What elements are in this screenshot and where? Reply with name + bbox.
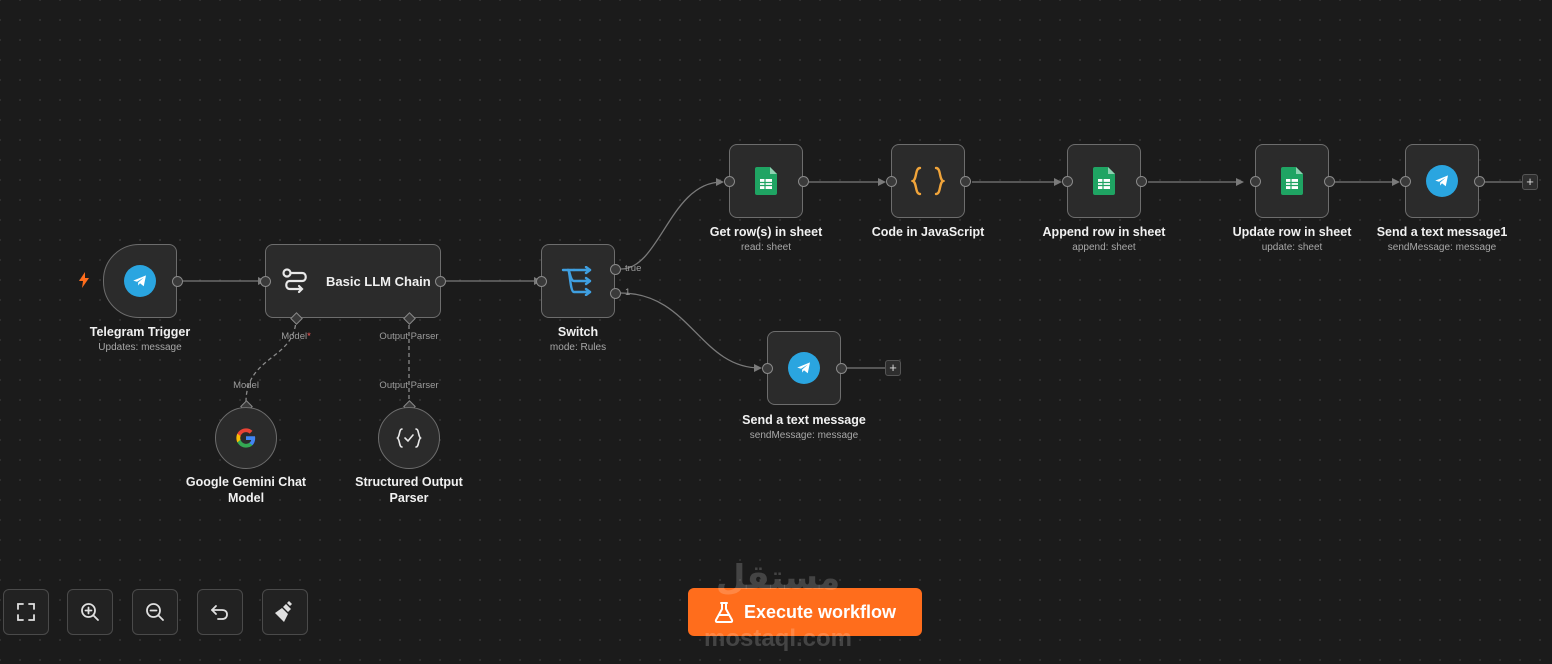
zoom-out-icon xyxy=(146,603,164,621)
node-label: Send a text message1 sendMessage: messag… xyxy=(1377,224,1508,255)
zoom-out-button[interactable] xyxy=(132,589,178,635)
code-braces-icon xyxy=(911,166,945,196)
reset-zoom-button[interactable] xyxy=(197,589,243,635)
connection-label-text: Model xyxy=(281,331,308,342)
node-label: Append row in sheet append: sheet xyxy=(1043,224,1166,255)
node-label: Update row in sheet update: sheet xyxy=(1233,224,1352,255)
node-label: Get row(s) in sheet read: sheet xyxy=(710,224,823,255)
node-title: Update row in sheet xyxy=(1232,225,1352,239)
node-append-row[interactable] xyxy=(1067,144,1141,218)
output-parser-sub-label: Output Parser xyxy=(379,380,439,391)
node-label: Telegram Trigger Updates: message xyxy=(90,324,191,355)
telegram-icon xyxy=(124,265,156,297)
input-port[interactable] xyxy=(724,176,735,187)
node-google-gemini[interactable] xyxy=(215,407,277,469)
node-subtitle: append: sheet xyxy=(1072,242,1136,253)
input-port[interactable] xyxy=(762,363,773,374)
fit-view-icon xyxy=(17,603,35,621)
input-port[interactable] xyxy=(1400,176,1411,187)
google-sheets-icon xyxy=(1281,167,1303,195)
add-node-button[interactable]: + xyxy=(1522,174,1538,190)
google-icon xyxy=(236,428,256,448)
node-code-javascript[interactable] xyxy=(891,144,965,218)
telegram-icon xyxy=(788,352,820,384)
node-title: Append row in sheet xyxy=(1042,225,1166,239)
trigger-bolt-icon xyxy=(79,272,89,288)
flask-icon xyxy=(714,602,734,623)
output-port[interactable] xyxy=(1324,176,1335,187)
model-sub-label: Model xyxy=(233,380,259,391)
broom-icon xyxy=(275,601,292,622)
undo-icon xyxy=(211,605,228,620)
node-title: Telegram Trigger xyxy=(89,325,191,339)
google-sheets-icon xyxy=(755,167,777,195)
node-update-row[interactable] xyxy=(1255,144,1329,218)
fit-view-button[interactable] xyxy=(3,589,49,635)
execute-workflow-button[interactable]: Execute workflow xyxy=(688,588,922,636)
node-title: Basic LLM Chain xyxy=(326,273,431,289)
node-telegram-trigger[interactable] xyxy=(103,244,177,318)
model-connection-label: Model* xyxy=(281,331,311,342)
output-port[interactable] xyxy=(1136,176,1147,187)
node-structured-output-parser[interactable] xyxy=(378,407,440,469)
node-subtitle: read: sheet xyxy=(740,242,792,253)
output-port-1[interactable] xyxy=(610,288,621,299)
llm-chain-icon xyxy=(282,268,307,294)
node-send-text-message1[interactable] xyxy=(1405,144,1479,218)
switch-icon xyxy=(561,266,592,296)
edge-switch-get-rows xyxy=(620,181,723,270)
google-sheets-icon xyxy=(1093,167,1115,195)
edge-switch-send xyxy=(620,292,761,369)
node-subtitle: mode: Rules xyxy=(549,342,607,353)
input-port[interactable] xyxy=(886,176,897,187)
node-label: Google Gemini Chat Model xyxy=(181,474,311,506)
add-node-button[interactable]: + xyxy=(885,360,901,376)
node-label: Switch mode: Rules xyxy=(550,324,606,355)
branch-label-true: true xyxy=(625,263,642,274)
tidy-up-button[interactable] xyxy=(262,589,308,635)
output-port[interactable] xyxy=(960,176,971,187)
branch-label-1: 1 xyxy=(625,287,631,298)
zoom-in-icon xyxy=(81,603,99,621)
node-label: Structured Output Parser xyxy=(344,474,474,506)
node-title: Send a text message1 xyxy=(1376,225,1508,239)
node-subtitle: sendMessage: message xyxy=(749,430,859,441)
input-port[interactable] xyxy=(536,276,547,287)
execute-button-label: Execute workflow xyxy=(743,601,897,622)
node-title: Google Gemini Chat Model xyxy=(185,475,307,505)
node-title: Structured Output Parser xyxy=(355,475,463,505)
output-port[interactable] xyxy=(836,363,847,374)
node-title: Get row(s) in sheet xyxy=(709,225,823,239)
input-port[interactable] xyxy=(1062,176,1073,187)
node-get-rows[interactable] xyxy=(729,144,803,218)
telegram-icon xyxy=(1426,165,1458,197)
output-parser-connection-label: Output Parser xyxy=(379,331,439,342)
node-title: Switch xyxy=(557,325,599,339)
workflow-canvas[interactable]: Telegram Trigger Updates: message Basic … xyxy=(0,0,1552,664)
output-port[interactable] xyxy=(172,276,183,287)
zoom-in-button[interactable] xyxy=(67,589,113,635)
input-port[interactable] xyxy=(1250,176,1261,187)
output-port-true[interactable] xyxy=(610,264,621,275)
node-basic-llm-chain[interactable]: Basic LLM Chain xyxy=(265,244,441,318)
node-subtitle: sendMessage: message xyxy=(1387,242,1497,253)
output-port[interactable] xyxy=(435,276,446,287)
output-port[interactable] xyxy=(798,176,809,187)
node-subtitle: Updates: message xyxy=(98,342,182,353)
required-marker: * xyxy=(307,331,311,342)
node-title: Code in JavaScript xyxy=(871,225,985,239)
node-label: Send a text message sendMessage: message xyxy=(742,412,866,443)
node-label: Code in JavaScript xyxy=(872,224,985,240)
node-subtitle: update: sheet xyxy=(1261,242,1323,253)
node-title: Send a text message xyxy=(742,413,866,427)
node-send-text-message[interactable] xyxy=(767,331,841,405)
json-check-icon xyxy=(396,428,422,448)
node-switch[interactable] xyxy=(541,244,615,318)
output-port[interactable] xyxy=(1474,176,1485,187)
input-port[interactable] xyxy=(260,276,271,287)
